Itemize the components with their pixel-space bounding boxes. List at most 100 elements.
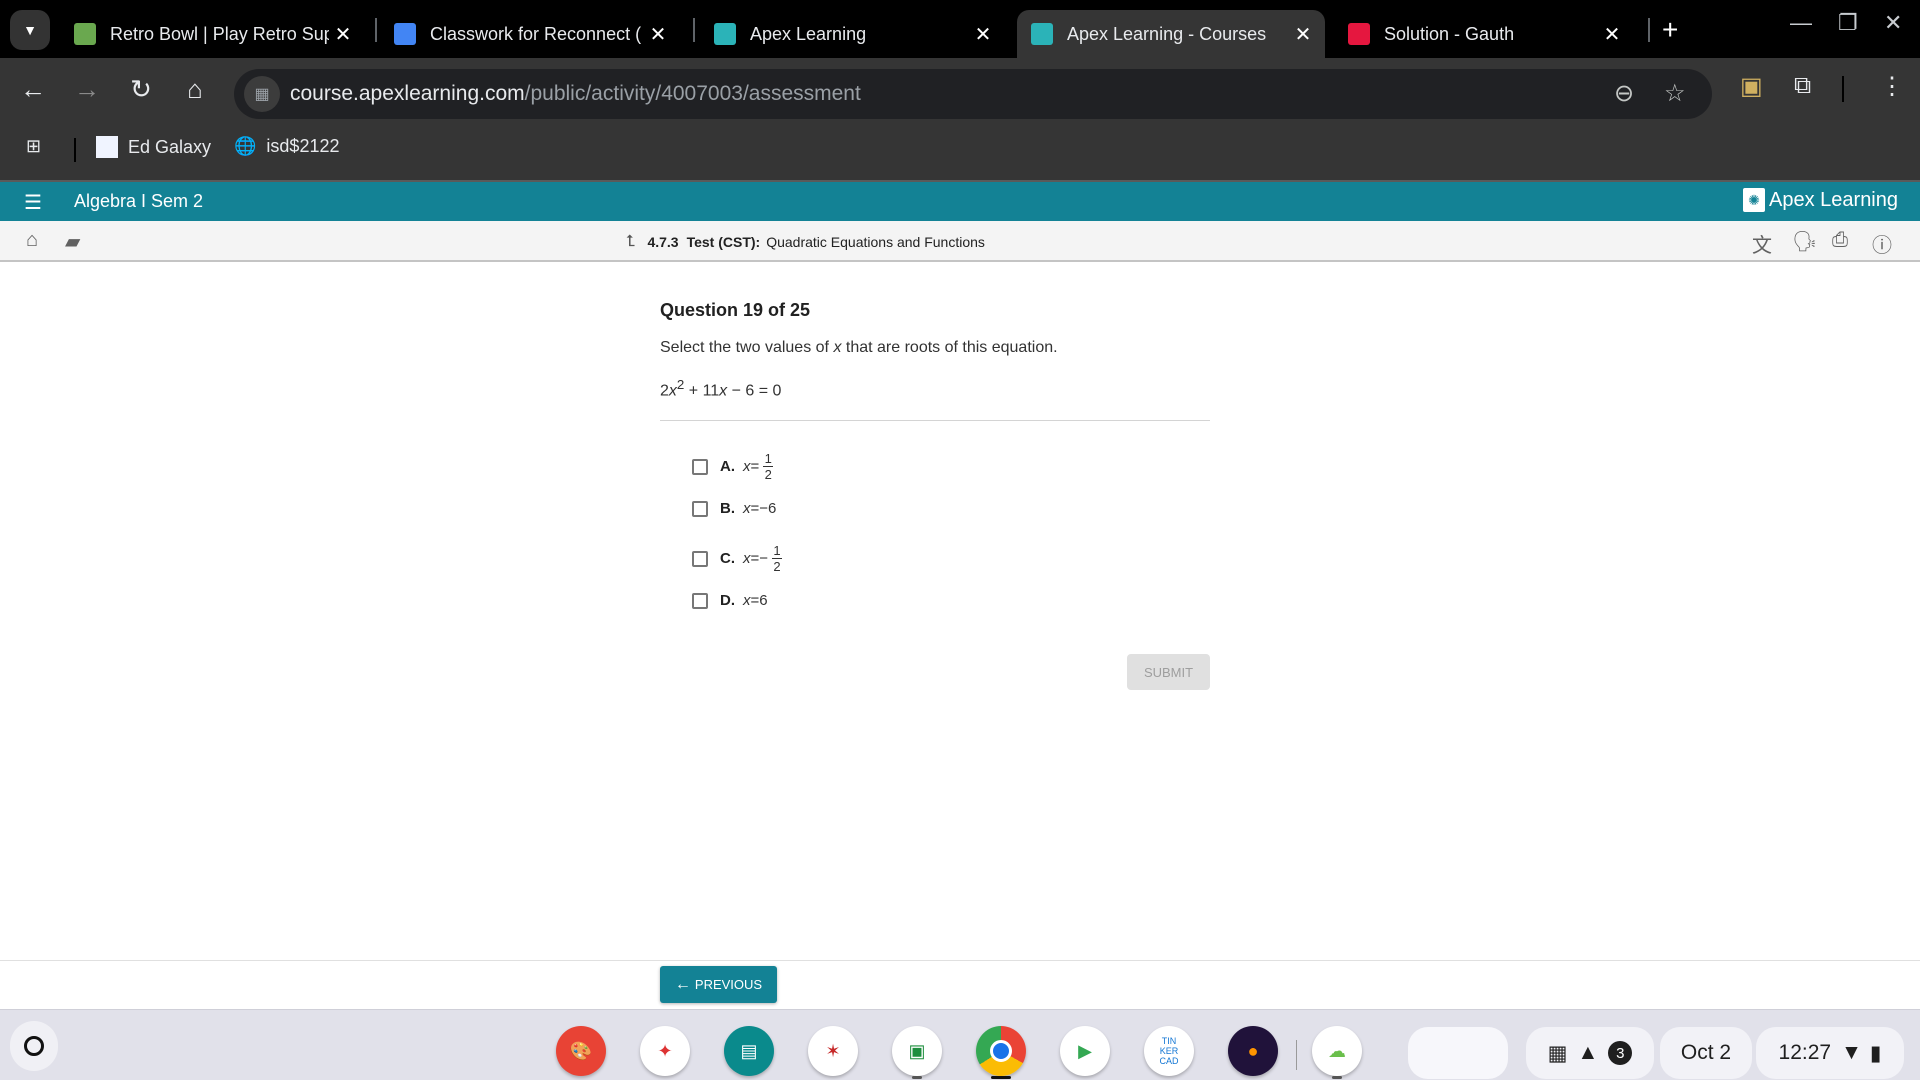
eq-var: x [719, 382, 728, 400]
battery-icon: ▮ [1869, 1041, 1882, 1065]
close-tab-icon[interactable]: ✕ [1289, 22, 1317, 47]
minimize-icon[interactable]: — [1790, 10, 1812, 36]
activity-title: Quadratic Equations and Functions [766, 234, 985, 250]
home-icon[interactable]: ⌂ [26, 229, 38, 252]
extensions-icon[interactable]: ⧉ [1794, 72, 1811, 100]
question-prompt: Select the two values of x that are root… [660, 339, 1210, 357]
checkbox[interactable] [692, 592, 708, 609]
apps-grid-icon[interactable]: ⊞ [26, 136, 41, 157]
option-var: x [743, 500, 751, 517]
system-shelf: 🎨 ✦ ▤ ✶ ▣ ▶ TIN KER CAD ● ☁ ▦ ▲ 3 Oct 2 … [0, 1009, 1920, 1080]
option-b[interactable]: B. x = −6 [692, 500, 776, 517]
managed-building-icon: ▦ [1547, 1041, 1568, 1065]
tab-title: Classwork for Reconnect ( [430, 23, 642, 44]
physics-app-icon[interactable]: ✦ [640, 1026, 690, 1076]
app-indicator [1332, 1076, 1342, 1079]
tinkercad-text: TIN KER CAD [1159, 1036, 1179, 1066]
url-text[interactable]: course.apexlearning.com/public/activity/… [290, 82, 861, 106]
new-tab-button[interactable]: + [1662, 14, 1678, 46]
globe-icon: 🌐 [234, 136, 257, 156]
apex-icon [1031, 23, 1053, 45]
chevron-down-icon: ▼ [23, 22, 37, 38]
forward-icon[interactable]: → [70, 72, 104, 106]
option-value: 6 [759, 592, 768, 609]
help-icon[interactable]: ⓘ [1872, 229, 1892, 258]
course-title: Algebra I Sem 2 [74, 191, 204, 211]
tab-separator [375, 18, 377, 42]
google-classroom-icon [394, 23, 416, 45]
url-host: course.apexlearning.com [290, 82, 525, 105]
eq-var: x [668, 382, 677, 400]
tab-gauth[interactable]: Solution - Gauth ✕ [1334, 10, 1634, 58]
tinkercad-icon[interactable]: TIN KER CAD [1144, 1026, 1194, 1076]
bookmark-ed-galaxy[interactable]: Ed Galaxy [96, 136, 211, 158]
close-tab-icon[interactable]: ✕ [969, 22, 997, 47]
close-window-icon[interactable]: ✕ [1884, 10, 1902, 36]
url-path: /public/activity/4007003/assessment [524, 82, 861, 105]
notification-count-badge: 3 [1608, 1041, 1633, 1065]
arrow-left-icon: ← [674, 975, 691, 993]
tab-apex-courses[interactable]: Apex Learning - Courses ✕ [1017, 10, 1325, 58]
eq-part: − 6 = 0 [727, 382, 782, 400]
paint-app-icon[interactable]: 🎨 [556, 1026, 606, 1076]
tab-classwork[interactable]: Classwork for Reconnect ( ✕ [380, 10, 680, 58]
bookmark-label: isd$2122 [266, 136, 340, 156]
tab-search-button[interactable]: ▼ [10, 10, 50, 50]
window-previews[interactable] [1408, 1027, 1508, 1079]
eq-part: 2 [660, 382, 669, 400]
close-tab-icon[interactable]: ✕ [1598, 22, 1626, 47]
previous-button[interactable]: ← PREVIOUS [660, 966, 777, 1003]
bookmark-isd[interactable]: 🌐 isd$2122 [234, 136, 340, 157]
option-letter: C. [720, 550, 735, 567]
zoom-out-icon[interactable]: ⊖ [1614, 79, 1634, 108]
restore-icon[interactable]: ❐ [1838, 10, 1858, 36]
option-letter: D. [720, 592, 735, 609]
system-tray[interactable]: 12:27 ▼ ▮ [1756, 1027, 1904, 1079]
reload-icon[interactable]: ↻ [124, 72, 158, 106]
option-a[interactable]: A. x = 12 [692, 452, 774, 482]
checkbox[interactable] [692, 500, 708, 517]
launcher-icon [24, 1036, 44, 1056]
briefcase-icon[interactable]: ▰ [65, 229, 80, 254]
read-aloud-icon[interactable]: 🗣 [1792, 229, 1817, 254]
more-menu-icon[interactable]: ⋮ [1880, 72, 1904, 101]
checkbox[interactable] [692, 458, 708, 475]
tab-retro-bowl[interactable]: Retro Bowl | Play Retro Sup ✕ [60, 10, 365, 58]
date-tray[interactable]: Oct 2 [1660, 1027, 1752, 1079]
breadcrumb: ⮤ 4.7.3 Test (CST): Quadratic Equations … [626, 233, 985, 251]
firefox-icon[interactable]: ● [1228, 1026, 1278, 1076]
submit-button[interactable]: SUBMIT [1127, 654, 1210, 690]
tab-separator [1648, 18, 1650, 42]
chrome-icon[interactable] [976, 1026, 1026, 1076]
launcher-button[interactable] [10, 1021, 58, 1071]
google-classroom-icon[interactable]: ▣ [892, 1026, 942, 1076]
status-notifications[interactable]: ▦ ▲ 3 [1526, 1027, 1654, 1079]
screencast-app-icon[interactable]: ▤ [724, 1026, 774, 1076]
fraction: 12 [763, 452, 774, 482]
close-tab-icon[interactable]: ✕ [644, 22, 672, 47]
translate-icon[interactable]: 文 [1752, 229, 1772, 258]
checkbox[interactable] [692, 550, 708, 567]
anatomy-app-icon[interactable]: ✶ [808, 1026, 858, 1076]
play-store-icon[interactable]: ▶ [1060, 1026, 1110, 1076]
address-bar[interactable]: ▦ course.apexlearning.com/public/activit… [234, 69, 1712, 119]
menu-list-icon[interactable]: ☰ [24, 190, 42, 215]
tab-apex-learning[interactable]: Apex Learning ✕ [700, 10, 1005, 58]
apex-logo-text: Apex Learning [1769, 188, 1898, 211]
print-icon[interactable]: ⎙ [1832, 229, 1848, 252]
up-arrow-icon[interactable]: ⮤ [626, 233, 635, 251]
option-c[interactable]: C. x = − 12 [692, 544, 783, 574]
close-tab-icon[interactable]: ✕ [329, 22, 357, 47]
option-eq: = [750, 592, 760, 609]
denominator: 2 [773, 559, 781, 574]
denominator: 2 [764, 467, 772, 482]
question-header: Question 19 of 25 [660, 300, 811, 320]
cast-app-icon[interactable]: ▣ [1740, 72, 1763, 101]
cloud-app-icon[interactable]: ☁ [1312, 1026, 1362, 1076]
site-info-icon[interactable]: ▦ [244, 76, 280, 112]
back-icon[interactable]: ← [16, 72, 50, 106]
home-icon[interactable]: ⌂ [178, 72, 212, 106]
apex-icon [714, 23, 736, 45]
option-d[interactable]: D. x = 6 [692, 592, 768, 609]
bookmark-star-icon[interactable]: ☆ [1664, 79, 1686, 108]
